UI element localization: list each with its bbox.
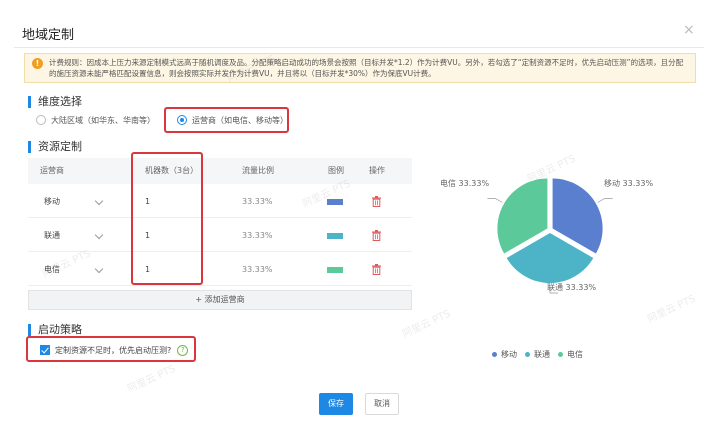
legend-label: 电信 [567,350,583,359]
pie-leader-line [597,198,613,203]
pie-label-mobile: 移动 33.33% [604,179,654,188]
ratio-value: 33.33% [242,231,273,240]
legend-item[interactable]: 移动 [492,349,517,360]
carrier-select[interactable]: 联通 [44,220,60,252]
carrier-select[interactable]: 移动 [44,186,60,218]
save-button[interactable]: 保存 [319,393,353,415]
column-actions: 操作 [369,166,385,175]
table-row: 电信 1 33.33% [28,254,412,286]
highlight-carrier-option [164,107,289,133]
ratio-value: 33.33% [242,265,273,274]
resources-heading: 资源定制 [28,141,82,153]
dialog-title: 地域定制 [22,28,75,43]
strategy-heading: 启动策略 [28,324,82,336]
table-row: 联通 1 33.33% [28,220,412,252]
chevron-down-icon[interactable] [94,264,104,274]
ratio-value: 33.33% [242,197,273,206]
trash-icon[interactable] [372,264,381,275]
table-header [28,158,412,184]
legend-label: 移动 [501,350,517,359]
title-divider [14,47,704,48]
cancel-button[interactable]: 取消 [365,393,399,415]
pie-label-unicom: 联通 33.33% [547,283,597,292]
watermark: 阿里云 PTS [125,363,178,396]
table-row: 移动 1 33.33% [28,186,412,218]
column-legend: 图例 [328,166,344,175]
highlight-strategy-option [26,336,196,362]
watermark: 阿里云 PTS [400,308,453,341]
legend-label: 联通 [534,350,550,359]
chevron-down-icon[interactable] [94,196,104,206]
column-carrier: 运营商 [40,166,64,175]
trash-icon[interactable] [372,230,381,241]
notice-text: 计费规则：因成本上压力来源定制模式远高于随机调度及品。分配策略启动成功的场景会按… [49,58,684,78]
radio-mainland-region-label[interactable]: 大陆区域（如华东、华南等） [51,115,155,126]
billing-notice: ! 计费规则：因成本上压力来源定制模式远高于随机调度及品。分配策略启动成功的场景… [24,53,696,83]
legend-dot [492,352,497,357]
legend-dot [525,352,530,357]
dimension-heading: 维度选择 [28,96,82,108]
legend-swatch [327,199,343,205]
warning-icon: ! [32,58,43,69]
legend-swatch [327,267,343,273]
legend-dot [558,352,563,357]
add-carrier-button[interactable]: + 添加运营商 [28,290,412,310]
column-ratio: 流量比例 [242,166,274,175]
carrier-select[interactable]: 电信 [44,254,60,286]
pie-leader-line [487,198,503,203]
legend-swatch [327,233,343,239]
close-icon[interactable]: × [683,22,695,38]
traffic-pie-chart: 移动 33.33% 联通 33.33% 电信 33.33% [430,160,710,310]
chart-legend: 移动 联通 电信 [492,349,591,360]
legend-item[interactable]: 联通 [525,349,550,360]
radio-mainland-region[interactable] [36,115,46,125]
legend-item[interactable]: 电信 [558,349,583,360]
trash-icon[interactable] [372,196,381,207]
chevron-down-icon[interactable] [94,230,104,240]
highlight-machines-column [131,152,203,285]
pie-label-telecom: 电信 33.33% [440,179,490,188]
